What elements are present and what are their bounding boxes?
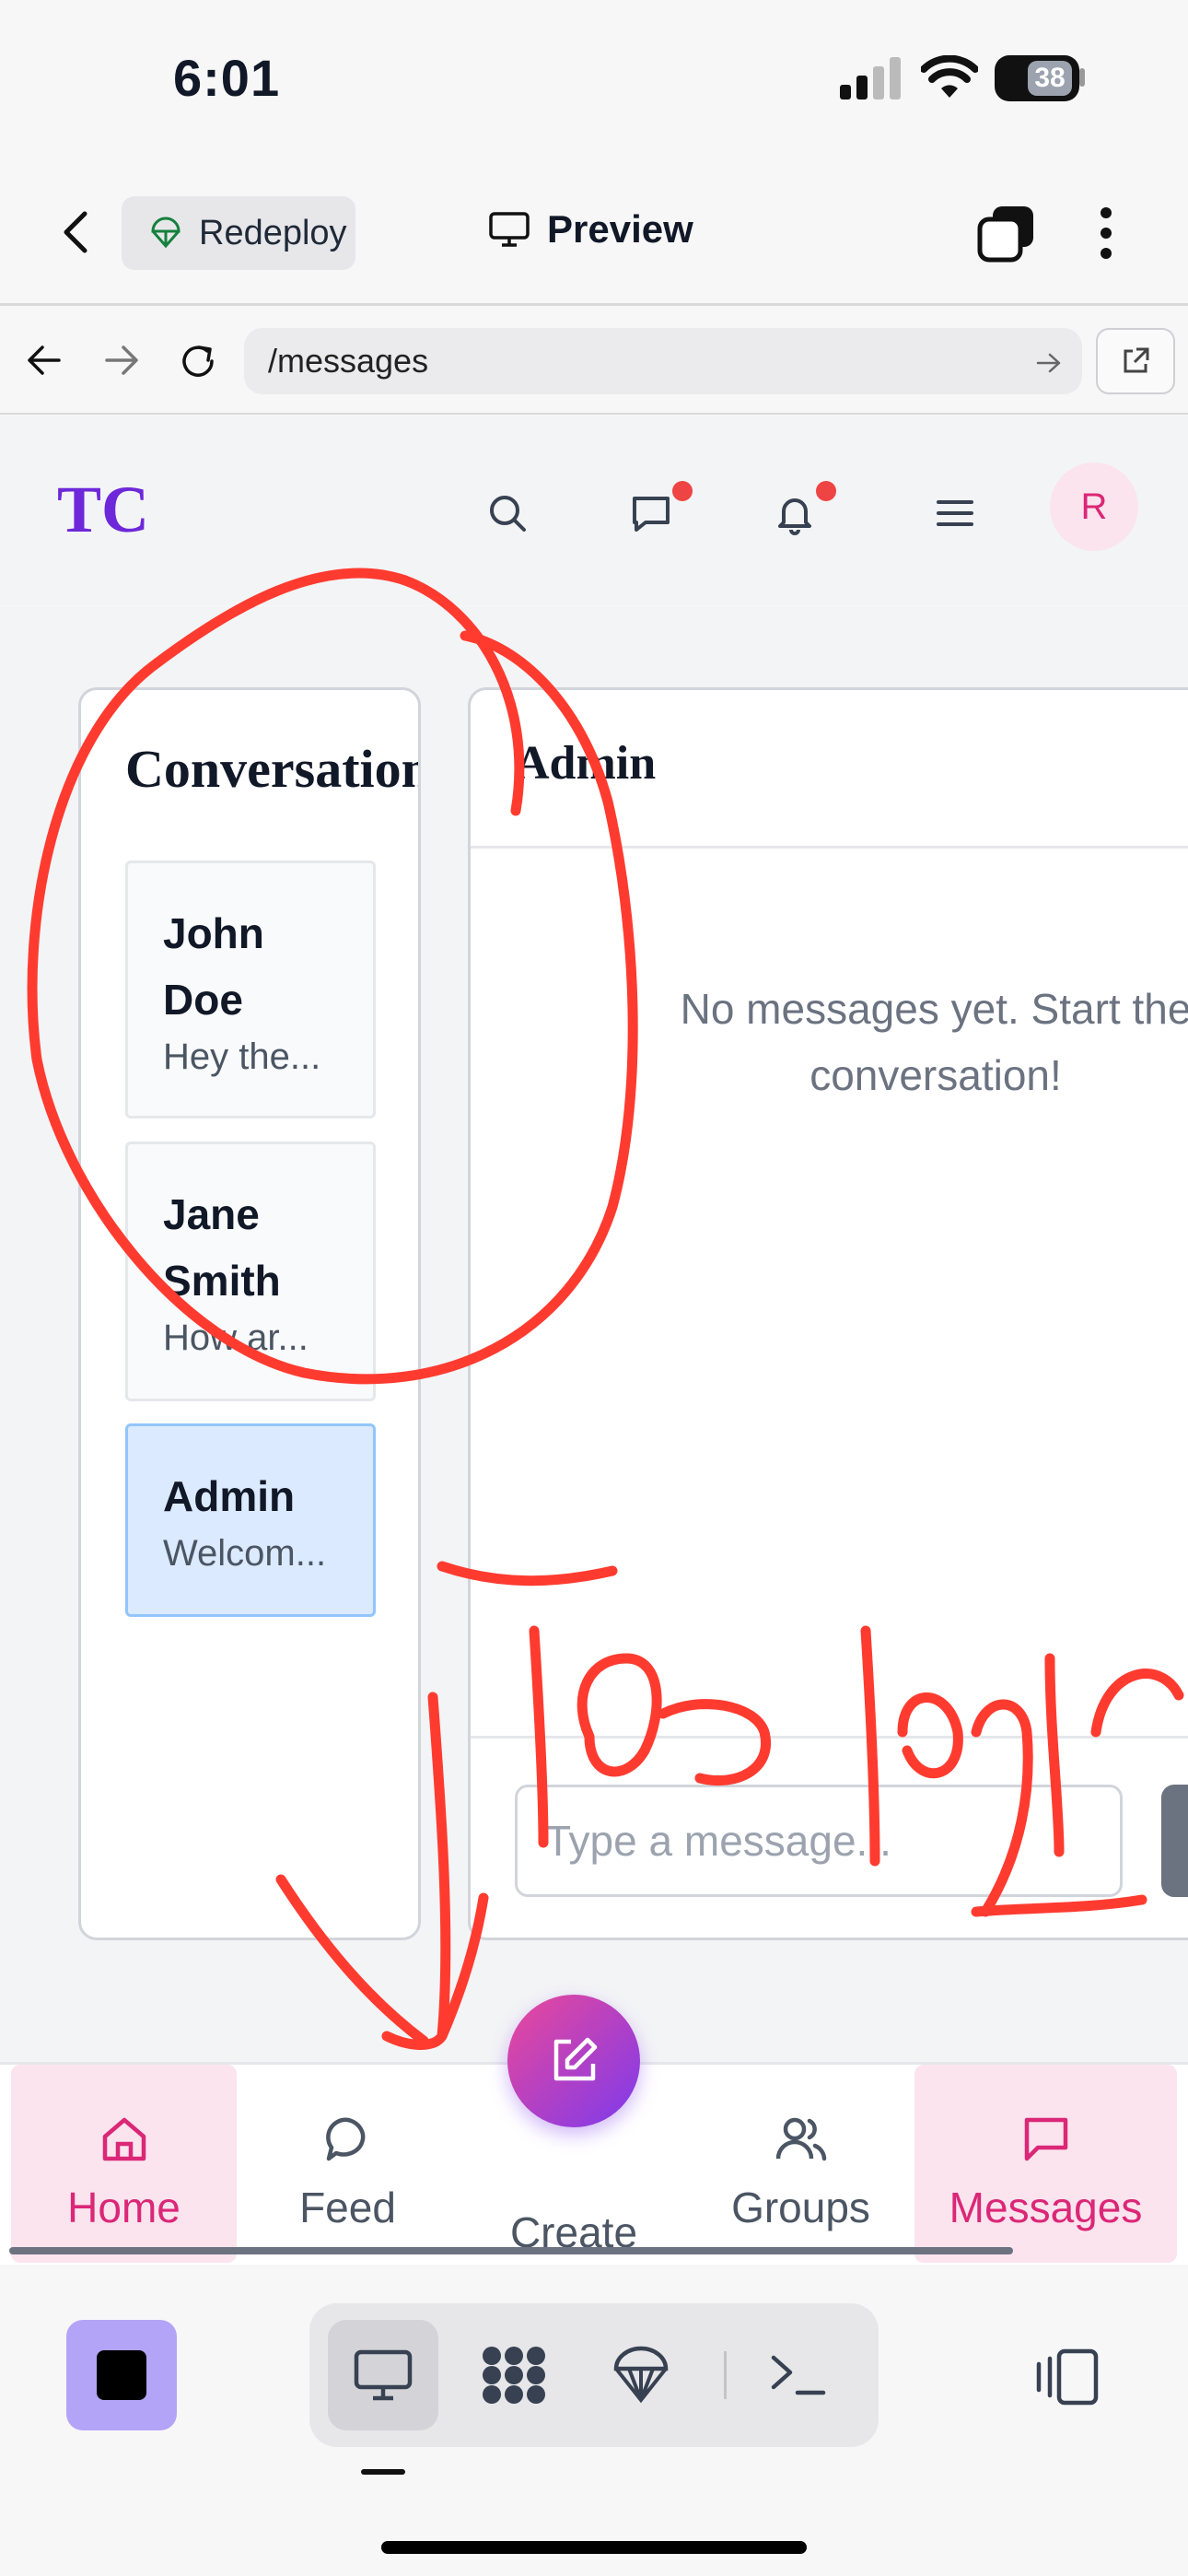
cluster-icon xyxy=(483,2347,545,2404)
nav-groups[interactable]: Groups xyxy=(702,2065,900,2263)
home-indicator xyxy=(381,2541,807,2554)
redeploy-button[interactable]: Redeploy xyxy=(122,196,355,270)
messages-nav-button[interactable] xyxy=(619,481,693,545)
bell-icon xyxy=(778,498,811,535)
back-chevron-icon[interactable] xyxy=(59,210,96,254)
conversation-name-line2: Doe xyxy=(163,976,243,1024)
parachute-icon xyxy=(151,217,181,249)
app-header: Redeploy Preview xyxy=(0,161,1188,306)
url-text: /messages xyxy=(268,342,429,380)
console-view-button[interactable] xyxy=(742,2320,853,2430)
browser-forward-icon[interactable] xyxy=(103,344,140,377)
editor-toolbar xyxy=(0,2265,1188,2576)
conversation-preview: Welcom... xyxy=(163,1533,327,1574)
terminal-icon xyxy=(771,2355,826,2395)
chat-title: Admin xyxy=(471,690,1188,849)
message-square-icon xyxy=(1024,2117,1067,2161)
nav-messages[interactable]: Messages xyxy=(914,2065,1177,2263)
notifications-button[interactable] xyxy=(763,481,836,545)
desktop-icon xyxy=(354,2349,413,2401)
messages-page: Conversation John Doe Hey the... Jane Sm… xyxy=(0,606,1188,2062)
notification-dot xyxy=(816,481,836,501)
send-button[interactable] xyxy=(1161,1785,1188,1897)
nav-feed-label: Feed xyxy=(299,2184,396,2231)
chat-icon xyxy=(633,497,670,532)
battery-level: 38 xyxy=(1028,61,1072,96)
browser-back-icon[interactable] xyxy=(26,344,63,377)
url-field[interactable]: /messages xyxy=(244,328,1082,394)
nav-home-label: Home xyxy=(67,2184,181,2231)
tabs-icon[interactable] xyxy=(976,203,1037,263)
chat-panel: Admin No messages yet. Start the convers… xyxy=(468,687,1188,1940)
empty-state-line1: No messages yet. Start the xyxy=(680,985,1188,1033)
search-button[interactable] xyxy=(475,481,540,545)
empty-state-line2: conversation! xyxy=(809,1051,1062,1099)
preview-label: Preview xyxy=(547,207,693,251)
search-icon xyxy=(490,496,526,532)
browser-url-bar: /messages xyxy=(0,309,1188,415)
code-view-button[interactable] xyxy=(459,2320,569,2430)
preview-view-button[interactable] xyxy=(328,2320,438,2430)
empty-state-message: No messages yet. Start the conversation! xyxy=(471,976,1188,1108)
conversation-list-panel: Conversation John Doe Hey the... Jane Sm… xyxy=(78,687,421,1940)
battery-tip xyxy=(1079,68,1085,87)
cellular-signal-icon xyxy=(840,57,901,100)
hamburger-icon xyxy=(937,500,973,526)
more-vertical-icon[interactable] xyxy=(1096,205,1116,261)
redeploy-label: Redeploy xyxy=(199,213,347,252)
unread-dot xyxy=(672,481,693,501)
edit-icon xyxy=(553,2037,598,2081)
conversation-item-admin[interactable]: Admin Welcom... xyxy=(125,1423,376,1617)
conversation-preview: How ar... xyxy=(163,1317,309,1358)
conversation-list-title: Conversation xyxy=(125,739,421,799)
status-time: 6:01 xyxy=(173,49,281,107)
nav-messages-label: Messages xyxy=(949,2184,1143,2231)
conversation-preview: Hey the... xyxy=(163,1036,321,1077)
battery-icon: 38 xyxy=(995,55,1079,101)
conversation-name: Jane xyxy=(163,1190,260,1238)
active-view-indicator xyxy=(361,2469,405,2475)
message-input[interactable]: Type a message... xyxy=(515,1785,1123,1897)
reload-icon[interactable] xyxy=(177,340,219,382)
users-icon xyxy=(775,2117,826,2161)
message-composer: Type a message... xyxy=(471,1736,1188,1938)
speech-bubble-icon xyxy=(325,2117,365,2161)
conversation-name-line2: Smith xyxy=(163,1257,281,1305)
deploy-view-button[interactable] xyxy=(586,2320,696,2430)
stop-icon xyxy=(97,2350,146,2400)
user-avatar[interactable]: R xyxy=(1050,463,1138,551)
conversation-item-jane-smith[interactable]: Jane Smith How ar... xyxy=(125,1142,376,1401)
menu-button[interactable] xyxy=(923,481,987,545)
conversation-name: John xyxy=(163,909,264,957)
device-rotate-icon[interactable] xyxy=(1031,2348,1101,2406)
go-arrow-icon[interactable] xyxy=(1036,352,1062,374)
nav-groups-label: Groups xyxy=(731,2184,870,2231)
horizontal-scrollbar[interactable] xyxy=(9,2247,1013,2254)
home-icon xyxy=(102,2117,146,2161)
site-logo[interactable]: TC xyxy=(57,472,149,548)
segment-divider xyxy=(724,2351,727,2399)
site-header: TC R xyxy=(0,416,1188,605)
bottom-navigation: Home Feed Create Groups Messages xyxy=(0,1995,1188,2265)
stop-button[interactable] xyxy=(66,2320,177,2430)
monitor-icon xyxy=(489,212,530,247)
external-link-icon xyxy=(1124,347,1149,373)
conversation-item-john-doe[interactable]: John Doe Hey the... xyxy=(125,861,376,1118)
conversation-name: Admin xyxy=(163,1472,296,1520)
open-external-button[interactable] xyxy=(1096,328,1175,394)
nav-feed[interactable]: Feed xyxy=(249,2065,447,2263)
wifi-icon xyxy=(921,55,978,98)
nav-home[interactable]: Home xyxy=(11,2065,237,2263)
create-post-button[interactable] xyxy=(507,1995,640,2127)
status-bar: 6:01 38 xyxy=(0,0,1188,161)
view-switcher xyxy=(309,2303,879,2447)
parachute-icon xyxy=(613,2346,669,2404)
preview-tab[interactable]: Preview xyxy=(488,207,693,252)
